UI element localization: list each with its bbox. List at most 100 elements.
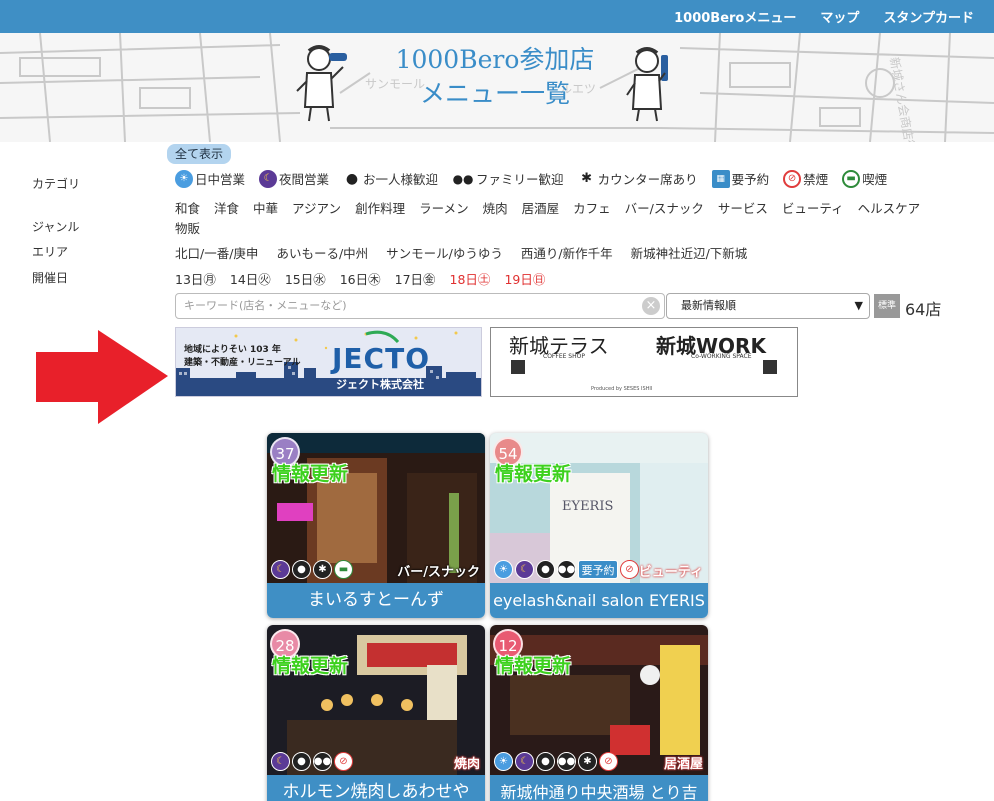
- page-title-line2: メニュー一覧: [419, 79, 570, 108]
- smoking-icon: ▬: [334, 560, 353, 579]
- category-label-family: ファミリー歓迎: [476, 172, 564, 187]
- date-filter-row: 13日㊊ 14日㊋ 15日㊌ 16日㊍ 17日㊎ 18日㊏ 19日㊐: [175, 269, 559, 288]
- date-19[interactable]: 19日㊐: [504, 269, 545, 288]
- sort-select[interactable]: 最新情報順 ▼: [666, 293, 870, 319]
- show-all-button[interactable]: 全て表示: [167, 144, 232, 164]
- card-icons: ☾ ● ✱ ▬: [271, 560, 353, 579]
- moon-icon: ☾: [259, 169, 278, 188]
- genre-label: ジャンル: [32, 220, 80, 234]
- reservation-icon: ▦: [711, 169, 730, 188]
- store-card[interactable]: 37 情報更新 ☾ ● ✱ ▬ バー/スナック まいるすとーんず: [267, 433, 485, 618]
- genre-yoshoku[interactable]: 洋食: [214, 198, 239, 217]
- no-smoking-icon: ⊘: [783, 169, 802, 188]
- genre-beauty[interactable]: ビューティ: [782, 198, 844, 217]
- moon-icon: ☾: [515, 560, 534, 579]
- jecto-company-name: ジェクト株式会社: [336, 378, 424, 391]
- card-store-name: 新城仲通り中央酒場 とり吉: [490, 775, 708, 801]
- person-icon: ●: [292, 560, 311, 579]
- category-smoking[interactable]: ▬ 喫煙: [842, 169, 887, 188]
- sort-selected-value: 最新情報順: [681, 299, 736, 312]
- category-night[interactable]: ☾ 夜間営業: [259, 169, 329, 188]
- keyword-search-input[interactable]: キーワード(店名・メニューなど): [175, 293, 665, 319]
- category-label-smoking: 喫煙: [862, 172, 888, 187]
- card-store-name: まいるすとーんず: [267, 583, 485, 618]
- jecto-tagline-2: 建築・不動産・リニューアル: [184, 358, 301, 368]
- category-day[interactable]: ☀ 日中営業: [175, 169, 245, 188]
- moon-icon: ☾: [271, 560, 290, 579]
- genre-healthcare[interactable]: ヘルスケア: [858, 198, 921, 217]
- category-label-counter: カウンター席あり: [597, 172, 698, 187]
- genre-yakiniku[interactable]: 焼肉: [483, 198, 508, 217]
- category-label-reservation: 要予約: [731, 172, 770, 187]
- eyeris-sign: EYERIS: [562, 499, 614, 514]
- category-family[interactable]: ●● ファミリー歓迎: [452, 169, 564, 188]
- card-genre: バー/スナック: [397, 565, 480, 580]
- person-icon: ●: [345, 170, 359, 187]
- date-15[interactable]: 15日㊌: [285, 269, 326, 288]
- category-label-no-smoking: 禁煙: [803, 172, 829, 187]
- genre-asian[interactable]: アジアン: [292, 198, 341, 217]
- card-update-badge: 情報更新: [495, 463, 572, 485]
- person-icon: ●: [536, 752, 555, 771]
- date-16[interactable]: 16日㊍: [340, 269, 381, 288]
- area-aimall[interactable]: あいもーる/中州: [276, 243, 368, 262]
- page-title-line1: 1000Bero参加店: [395, 45, 595, 74]
- store-card[interactable]: 54 情報更新 EYERIS ☀ ☾ ● ●● 要予約 ⊘ ビューティ eyel…: [490, 433, 708, 618]
- store-card[interactable]: 12 情報更新 ☀ ☾ ● ●● ✱ ⊘ 居酒屋 新城仲通り中央酒場 とり吉: [490, 625, 708, 801]
- counter-icon: ✱: [578, 752, 597, 771]
- date-17[interactable]: 17日㊎: [395, 269, 436, 288]
- category-filter-row: ☀ 日中営業 ☾ 夜間営業 ● お一人様歓迎 ●● ファミリー歓迎 ✱ カウンタ…: [175, 169, 901, 188]
- sun-icon: ☀: [175, 169, 193, 188]
- category-label-night: 夜間営業: [279, 172, 330, 187]
- top-nav-bar: 1000Beroメニュー マップ スタンプカード: [0, 0, 994, 33]
- date-13[interactable]: 13日㊊: [175, 269, 216, 288]
- area-jinja[interactable]: 新城神社近辺/下新城: [631, 243, 748, 262]
- header-banner: サンモール ルエツ 新城さん会商店街 1000Bero参加店 メニュー一覧: [0, 33, 994, 142]
- category-reservation[interactable]: ▦ 要予約: [711, 169, 770, 188]
- top-nav: 1000Beroメニュー マップ スタンプカード: [674, 0, 974, 33]
- shinjo-work-sub: Co-WORKING SPACE: [691, 353, 752, 360]
- genre-ramen[interactable]: ラーメン: [419, 198, 469, 217]
- family-icon: ●●: [557, 560, 576, 579]
- shinjo-terrace-sub: COFFEE SHOP: [543, 353, 585, 360]
- nav-menu-link[interactable]: 1000Beroメニュー: [674, 7, 796, 26]
- nav-stamp-card-link[interactable]: スタンプカード: [883, 7, 974, 26]
- category-solo[interactable]: ● お一人様歓迎: [343, 169, 438, 188]
- genre-chuka[interactable]: 中華: [253, 198, 278, 217]
- category-no-smoking[interactable]: ⊘ 禁煙: [783, 169, 828, 188]
- date-14[interactable]: 14日㊋: [230, 269, 271, 288]
- search-placeholder: キーワード(店名・メニューなど): [184, 299, 347, 312]
- date-label: 開催日: [32, 271, 69, 285]
- genre-sosaku[interactable]: 創作料理: [355, 198, 405, 217]
- area-label: エリア: [32, 245, 69, 259]
- genre-washoku[interactable]: 和食: [175, 198, 200, 217]
- area-filter-row: 北口/一番/庚申 あいもーる/中州 サンモール/ゆうゆう 西通り/新作千年 新城…: [175, 243, 765, 262]
- genre-service[interactable]: サービス: [718, 198, 768, 217]
- genre-bar[interactable]: バー/スナック: [625, 198, 704, 217]
- shinjo-terrace-ad-banner[interactable]: 新城テラス COFFEE SHOP 新城WORK Co-WORKING SPAC…: [490, 327, 798, 397]
- category-counter[interactable]: ✱ カウンター席あり: [578, 169, 698, 188]
- chevron-down-icon: ▼: [854, 299, 863, 312]
- genre-izakaya[interactable]: 居酒屋: [522, 198, 560, 217]
- view-mode-icon[interactable]: 標準: [874, 294, 900, 318]
- category-label-solo: お一人様歓迎: [363, 172, 439, 187]
- smoking-icon: ▬: [842, 169, 861, 188]
- nav-map-link[interactable]: マップ: [820, 7, 859, 26]
- jecto-ad-banner[interactable]: 地域によりそい 103 年 建築・不動産・リニューアル JECTO ジェクト株式…: [175, 327, 482, 397]
- red-arrow-icon: [36, 330, 168, 424]
- genre-bussan[interactable]: 物販: [175, 218, 200, 237]
- date-18[interactable]: 18日㊏: [450, 269, 491, 288]
- genre-cafe[interactable]: カフェ: [573, 198, 611, 217]
- area-kitaguchi[interactable]: 北口/一番/庚申: [175, 243, 258, 262]
- qr-code-right-icon: [763, 360, 777, 374]
- no-smoking-icon: ⊘: [620, 560, 639, 579]
- card-icons: ☀ ☾ ● ●● 要予約 ⊘: [494, 560, 639, 579]
- reservation-icon: 要予約: [578, 560, 618, 579]
- area-nishidori[interactable]: 西通り/新作千年: [521, 243, 613, 262]
- area-sunmall[interactable]: サンモール/ゆうゆう: [386, 243, 503, 262]
- jecto-tagline-1: 地域によりそい 103 年: [184, 345, 281, 355]
- category-label: カテゴリ: [32, 177, 81, 191]
- clear-search-icon[interactable]: ×: [642, 297, 660, 315]
- genre-filter-row-1: 和食 洋食 中華 アジアン 創作料理 ラーメン 焼肉 居酒屋 カフェ バー/スナ…: [175, 198, 934, 217]
- store-card[interactable]: 28 情報更新 ☾ ● ●● ⊘ 焼肉 ホルモン焼肉しあわせや: [267, 625, 485, 801]
